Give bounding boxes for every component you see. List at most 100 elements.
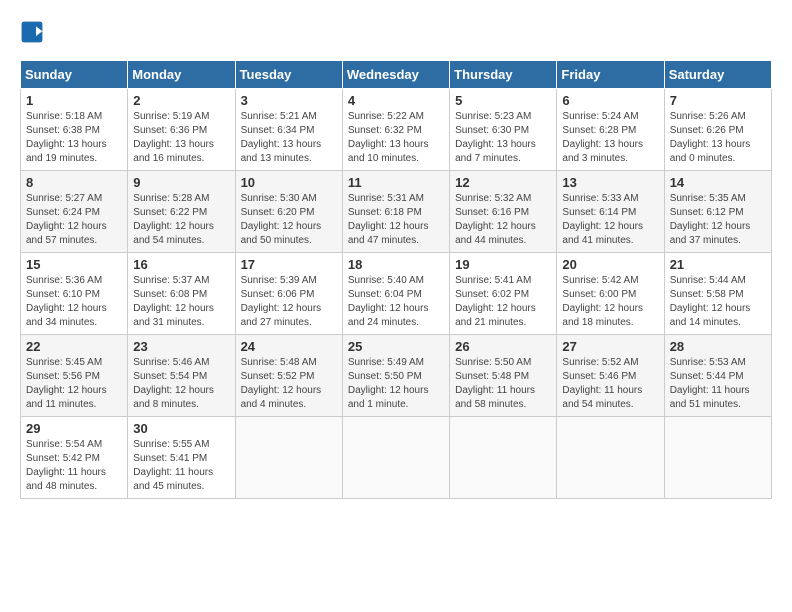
day-number: 29: [26, 421, 122, 436]
cell-content: Sunrise: 5:52 AM Sunset: 5:46 PM Dayligh…: [562, 356, 658, 412]
day-number: 10: [241, 175, 337, 190]
day-number: 23: [133, 339, 229, 354]
day-number: 3: [241, 93, 337, 108]
cell-content: Sunrise: 5:49 AM Sunset: 5:50 PM Dayligh…: [348, 356, 444, 412]
calendar-cell: 28Sunrise: 5:53 AM Sunset: 5:44 PM Dayli…: [664, 335, 771, 417]
cell-content: Sunrise: 5:24 AM Sunset: 6:28 PM Dayligh…: [562, 110, 658, 166]
calendar-cell: [342, 417, 449, 499]
calendar-cell: 16 Sunrise: 5:37 AM Sunset: 6:08 PM Dayli…: [128, 253, 235, 335]
calendar-cell: [450, 417, 557, 499]
header-friday: Friday: [557, 61, 664, 89]
day-number: 26: [455, 339, 551, 354]
day-number: 22: [26, 339, 122, 354]
cell-content: Sunrise: 5:44 AM Sunset: 5:58 PM Dayligh…: [670, 274, 766, 330]
calendar-week-row: 15 Sunrise: 5:36 AM Sunset: 6:10 PM Dayli…: [21, 253, 772, 335]
day-number: 2: [133, 93, 229, 108]
calendar-cell: 20 Sunrise: 5:42 AM Sunset: 6:00 PM Dayli…: [557, 253, 664, 335]
calendar-table: SundayMondayTuesdayWednesdayThursdayFrid…: [20, 60, 772, 499]
logo-icon: [20, 20, 44, 44]
cell-content: Sunrise: 5:27 AM Sunset: 6:24 PM Dayligh…: [26, 192, 122, 248]
day-number: 7: [670, 93, 766, 108]
cell-content: Sunrise: 5:30 AM Sunset: 6:20 PM Dayligh…: [241, 192, 337, 248]
day-number: 18: [348, 257, 444, 272]
calendar-cell: 10 Sunrise: 5:30 AM Sunset: 6:20 PM Dayli…: [235, 171, 342, 253]
cell-content: Sunrise: 5:46 AM Sunset: 5:54 PM Dayligh…: [133, 356, 229, 412]
page-header: [20, 20, 772, 44]
day-number: 27: [562, 339, 658, 354]
cell-content: Sunrise: 5:36 AM Sunset: 6:10 PM Dayligh…: [26, 274, 122, 330]
calendar-cell: 7 Sunrise: 5:26 AM Sunset: 6:26 PM Daylig…: [664, 89, 771, 171]
day-number: 21: [670, 257, 766, 272]
calendar-cell: 25Sunrise: 5:49 AM Sunset: 5:50 PM Dayli…: [342, 335, 449, 417]
calendar-cell: 27 Sunrise: 5:52 AM Sunset: 5:46 PM Dayli…: [557, 335, 664, 417]
calendar-cell: 30Sunrise: 5:55 AM Sunset: 5:41 PM Dayli…: [128, 417, 235, 499]
day-number: 14: [670, 175, 766, 190]
cell-content: Sunrise: 5:35 AM Sunset: 6:12 PM Dayligh…: [670, 192, 766, 248]
calendar-cell: 11 Sunrise: 5:31 AM Sunset: 6:18 PM Dayli…: [342, 171, 449, 253]
calendar-header-row: SundayMondayTuesdayWednesdayThursdayFrid…: [21, 61, 772, 89]
header-thursday: Thursday: [450, 61, 557, 89]
calendar-cell: 15 Sunrise: 5:36 AM Sunset: 6:10 PM Dayli…: [21, 253, 128, 335]
calendar-cell: [557, 417, 664, 499]
calendar-week-row: 22 Sunrise: 5:45 AM Sunset: 5:56 PM Dayli…: [21, 335, 772, 417]
day-number: 5: [455, 93, 551, 108]
header-monday: Monday: [128, 61, 235, 89]
cell-content: Sunrise: 5:42 AM Sunset: 6:00 PM Dayligh…: [562, 274, 658, 330]
logo: [20, 20, 48, 44]
calendar-cell: 12 Sunrise: 5:32 AM Sunset: 6:16 PM Dayli…: [450, 171, 557, 253]
day-number: 8: [26, 175, 122, 190]
calendar-cell: [664, 417, 771, 499]
calendar-cell: 4 Sunrise: 5:22 AM Sunset: 6:32 PM Daylig…: [342, 89, 449, 171]
cell-content: Sunrise: 5:45 AM Sunset: 5:56 PM Dayligh…: [26, 356, 122, 412]
calendar-cell: 17 Sunrise: 5:39 AM Sunset: 6:06 PM Dayli…: [235, 253, 342, 335]
cell-content: Sunrise: 5:39 AM Sunset: 6:06 PM Dayligh…: [241, 274, 337, 330]
header-wednesday: Wednesday: [342, 61, 449, 89]
cell-content: Sunrise: 5:32 AM Sunset: 6:16 PM Dayligh…: [455, 192, 551, 248]
calendar-cell: 24 Sunrise: 5:48 AM Sunset: 5:52 PM Dayli…: [235, 335, 342, 417]
header-sunday: Sunday: [21, 61, 128, 89]
calendar-cell: 26 Sunrise: 5:50 AM Sunset: 5:48 PM Dayli…: [450, 335, 557, 417]
day-number: 24: [241, 339, 337, 354]
day-number: 6: [562, 93, 658, 108]
calendar-cell: 19 Sunrise: 5:41 AM Sunset: 6:02 PM Dayli…: [450, 253, 557, 335]
calendar-cell: 1Sunrise: 5:18 AM Sunset: 6:38 PM Daylig…: [21, 89, 128, 171]
day-number: 4: [348, 93, 444, 108]
cell-content: Sunrise: 5:55 AM Sunset: 5:41 PM Dayligh…: [133, 438, 229, 494]
calendar-cell: 21 Sunrise: 5:44 AM Sunset: 5:58 PM Dayli…: [664, 253, 771, 335]
header-saturday: Saturday: [664, 61, 771, 89]
cell-content: Sunrise: 5:22 AM Sunset: 6:32 PM Dayligh…: [348, 110, 444, 166]
cell-content: Sunrise: 5:50 AM Sunset: 5:48 PM Dayligh…: [455, 356, 551, 412]
cell-content: Sunrise: 5:48 AM Sunset: 5:52 PM Dayligh…: [241, 356, 337, 412]
cell-content: Sunrise: 5:33 AM Sunset: 6:14 PM Dayligh…: [562, 192, 658, 248]
day-number: 17: [241, 257, 337, 272]
calendar-cell: 18 Sunrise: 5:40 AM Sunset: 6:04 PM Dayli…: [342, 253, 449, 335]
day-number: 16: [133, 257, 229, 272]
calendar-cell: 8 Sunrise: 5:27 AM Sunset: 6:24 PM Daylig…: [21, 171, 128, 253]
day-number: 13: [562, 175, 658, 190]
calendar-cell: [235, 417, 342, 499]
calendar-cell: 5 Sunrise: 5:23 AM Sunset: 6:30 PM Daylig…: [450, 89, 557, 171]
calendar-cell: 13 Sunrise: 5:33 AM Sunset: 6:14 PM Dayli…: [557, 171, 664, 253]
day-number: 28: [670, 339, 766, 354]
cell-content: Sunrise: 5:21 AM Sunset: 6:34 PM Dayligh…: [241, 110, 337, 166]
day-number: 9: [133, 175, 229, 190]
calendar-cell: 22 Sunrise: 5:45 AM Sunset: 5:56 PM Dayli…: [21, 335, 128, 417]
calendar-cell: 2Sunrise: 5:19 AM Sunset: 6:36 PM Daylig…: [128, 89, 235, 171]
cell-content: Sunrise: 5:37 AM Sunset: 6:08 PM Dayligh…: [133, 274, 229, 330]
calendar-cell: 3 Sunrise: 5:21 AM Sunset: 6:34 PM Daylig…: [235, 89, 342, 171]
calendar-cell: 14 Sunrise: 5:35 AM Sunset: 6:12 PM Dayli…: [664, 171, 771, 253]
calendar-cell: 9Sunrise: 5:28 AM Sunset: 6:22 PM Daylig…: [128, 171, 235, 253]
calendar-week-row: 8 Sunrise: 5:27 AM Sunset: 6:24 PM Daylig…: [21, 171, 772, 253]
cell-content: Sunrise: 5:26 AM Sunset: 6:26 PM Dayligh…: [670, 110, 766, 166]
day-number: 20: [562, 257, 658, 272]
cell-content: Sunrise: 5:41 AM Sunset: 6:02 PM Dayligh…: [455, 274, 551, 330]
calendar-cell: 29Sunrise: 5:54 AM Sunset: 5:42 PM Dayli…: [21, 417, 128, 499]
day-number: 19: [455, 257, 551, 272]
cell-content: Sunrise: 5:23 AM Sunset: 6:30 PM Dayligh…: [455, 110, 551, 166]
day-number: 11: [348, 175, 444, 190]
cell-content: Sunrise: 5:31 AM Sunset: 6:18 PM Dayligh…: [348, 192, 444, 248]
day-number: 12: [455, 175, 551, 190]
calendar-week-row: 1Sunrise: 5:18 AM Sunset: 6:38 PM Daylig…: [21, 89, 772, 171]
day-number: 15: [26, 257, 122, 272]
cell-content: Sunrise: 5:40 AM Sunset: 6:04 PM Dayligh…: [348, 274, 444, 330]
